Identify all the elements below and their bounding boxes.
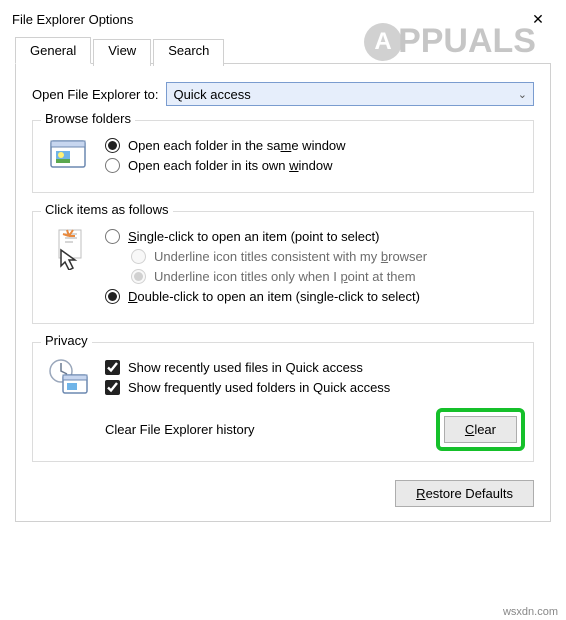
radio-own-window-label: Open each folder in its own window (128, 158, 333, 173)
radio-same-window-input[interactable] (105, 138, 120, 153)
radio-underline-point: Underline icon titles only when I point … (131, 269, 521, 284)
tab-general[interactable]: General (15, 37, 91, 64)
radio-underline-point-input (131, 269, 146, 284)
radio-double-click-label: Double-click to open an item (single-cli… (128, 289, 420, 304)
radio-own-window-input[interactable] (105, 158, 120, 173)
tab-general-label: General (30, 43, 76, 58)
group-privacy: Privacy Show recently used files in Quic… (32, 342, 534, 462)
clear-history-label: Clear File Explorer history (105, 422, 255, 437)
check-frequent-folders[interactable]: Show frequently used folders in Quick ac… (105, 380, 521, 395)
chevron-down-icon: ⌄ (518, 88, 527, 101)
tab-panel-general: Open File Explorer to: Quick access ⌄ Br… (15, 64, 551, 522)
dialog-body: General View Search Open File Explorer t… (0, 32, 566, 530)
radio-single-click-label: Single-click to open an item (point to s… (128, 229, 379, 244)
group-privacy-legend: Privacy (41, 333, 92, 348)
restore-defaults-button[interactable]: Restore Defaults (395, 480, 534, 507)
open-explorer-label: Open File Explorer to: (32, 87, 158, 102)
radio-underline-browser-input (131, 249, 146, 264)
close-icon: ✕ (532, 11, 544, 28)
check-recent-files-label: Show recently used files in Quick access (128, 360, 363, 375)
titlebar: File Explorer Options ✕ (0, 0, 566, 32)
check-recent-files-input[interactable] (105, 360, 120, 375)
radio-underline-browser-label: Underline icon titles consistent with my… (154, 249, 427, 264)
tab-view-label: View (108, 43, 136, 58)
attribution: wsxdn.com (503, 606, 558, 618)
open-explorer-combo[interactable]: Quick access ⌄ (166, 82, 534, 106)
tabstrip: General View Search (15, 36, 551, 64)
radio-single-click[interactable]: Single-click to open an item (point to s… (105, 229, 521, 244)
privacy-icon (45, 355, 93, 400)
open-explorer-row: Open File Explorer to: Quick access ⌄ (32, 82, 534, 106)
window-title: File Explorer Options (12, 12, 133, 27)
click-items-icon (45, 224, 93, 309)
clear-history-row: Clear File Explorer history Clear (45, 412, 521, 447)
clear-button[interactable]: Clear (444, 416, 517, 443)
radio-single-click-input[interactable] (105, 229, 120, 244)
radio-same-window-label: Open each folder in the same window (128, 138, 346, 153)
check-frequent-folders-label: Show frequently used folders in Quick ac… (128, 380, 390, 395)
group-click-legend: Click items as follows (41, 202, 173, 217)
radio-double-click-input[interactable] (105, 289, 120, 304)
group-browse-legend: Browse folders (41, 111, 135, 126)
check-frequent-folders-input[interactable] (105, 380, 120, 395)
tab-view[interactable]: View (93, 39, 151, 66)
open-explorer-value: Quick access (173, 87, 250, 102)
browse-folders-icon (45, 133, 93, 178)
close-button[interactable]: ✕ (522, 7, 554, 31)
check-recent-files[interactable]: Show recently used files in Quick access (105, 360, 521, 375)
radio-underline-browser: Underline icon titles consistent with my… (131, 249, 521, 264)
group-click-items: Click items as follows Single-click to o… (32, 211, 534, 324)
tab-search-label: Search (168, 43, 209, 58)
clear-button-highlight: Clear (440, 412, 521, 447)
radio-double-click[interactable]: Double-click to open an item (single-cli… (105, 289, 521, 304)
footer-row: Restore Defaults (32, 480, 534, 507)
radio-same-window[interactable]: Open each folder in the same window (105, 138, 521, 153)
radio-underline-point-label: Underline icon titles only when I point … (154, 269, 416, 284)
radio-own-window[interactable]: Open each folder in its own window (105, 158, 521, 173)
group-browse-folders: Browse folders Open each folder in the s… (32, 120, 534, 193)
tab-search[interactable]: Search (153, 39, 224, 66)
